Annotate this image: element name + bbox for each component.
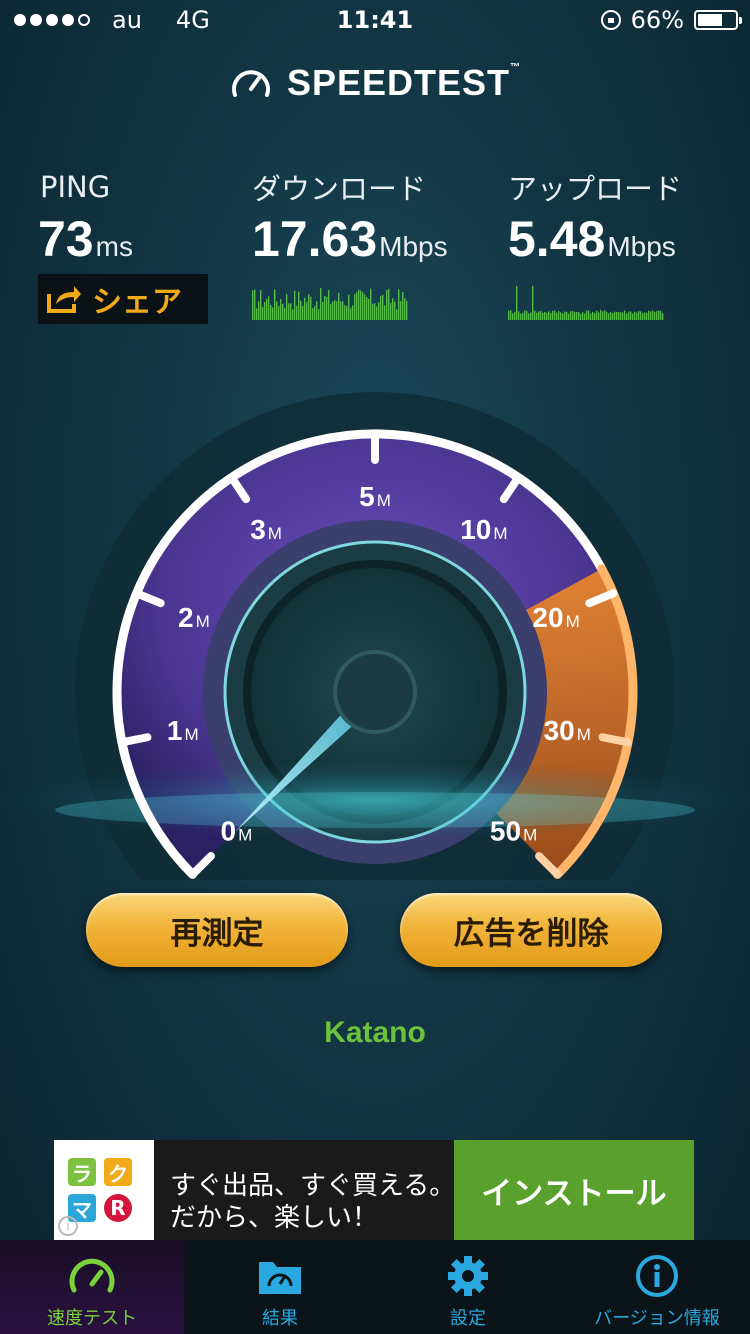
results-folder-icon [259,1262,301,1294]
ad-tile-ku: ク [104,1158,132,1186]
server-name[interactable]: Katano [0,1016,750,1050]
tab-speed-test[interactable]: 速度テスト [0,1240,184,1334]
retest-button[interactable]: 再測定 [86,893,348,967]
tab-version-info[interactable]: バージョン情報 [564,1240,750,1334]
tab-settings[interactable]: 設定 [376,1240,560,1334]
ad-text-line2: だから、楽しい！ [170,1203,379,1233]
tab-bar: 速度テスト 結果 設定 バージョン情報 [0,1240,750,1334]
download-graph [252,288,408,320]
upload-label: アップロード [508,172,683,206]
ad-text: すぐ出品、すぐ買える。 だから、楽しい！ [170,1170,455,1234]
battery-icon [694,10,742,30]
ad-tile-r: R [104,1194,132,1222]
status-right: 66% [600,6,742,34]
tab-version-info-label: バージョン情報 [594,1308,720,1329]
ad-install-button[interactable]: インストール [454,1140,694,1240]
app-logo: SPEEDTEST™ [0,62,750,104]
upload-graph [508,286,664,320]
gear-icon [448,1256,488,1296]
gauge-tick [117,733,152,747]
gauge-tick [598,733,633,747]
speedometer-icon [69,1258,115,1293]
ad-info-icon[interactable]: i [58,1216,78,1236]
speedometer-logo-icon [231,70,270,97]
tab-results-label: 結果 [262,1308,298,1329]
logo-title: SPEEDTEST™ [286,62,522,103]
upload-value: 5.48Mbps [508,211,676,267]
share-button[interactable]: シェア [38,274,208,324]
ping-value: 73ms [38,211,133,267]
ad-banner[interactable]: ラ ク マ R すぐ出品、すぐ買える。 だから、楽しい！ インストール i [54,1140,694,1240]
download-label: ダウンロード [252,172,427,206]
tab-speed-test-label: 速度テスト [47,1308,137,1329]
tab-results[interactable]: 結果 [188,1240,372,1334]
share-label: シェア [92,285,182,320]
tab-settings-label: 設定 [450,1308,486,1329]
download-value: 17.63Mbps [252,211,448,267]
ad-text-line1: すぐ出品、すぐ買える。 [170,1171,456,1201]
status-bar: au 4G 11:41 66% [0,0,750,40]
battery-percent: 66% [630,6,684,34]
remove-ads-button[interactable]: 広告を削除 [400,893,662,967]
rotation-lock-icon [600,10,621,30]
info-icon [636,1255,678,1297]
share-icon [47,286,81,313]
ad-tile-ra: ラ [68,1158,96,1186]
speed-gauge: 0 M1 M2 M3 M5 M10 M20 M30 M50 M [0,392,750,880]
ping-label: PING [40,170,111,204]
